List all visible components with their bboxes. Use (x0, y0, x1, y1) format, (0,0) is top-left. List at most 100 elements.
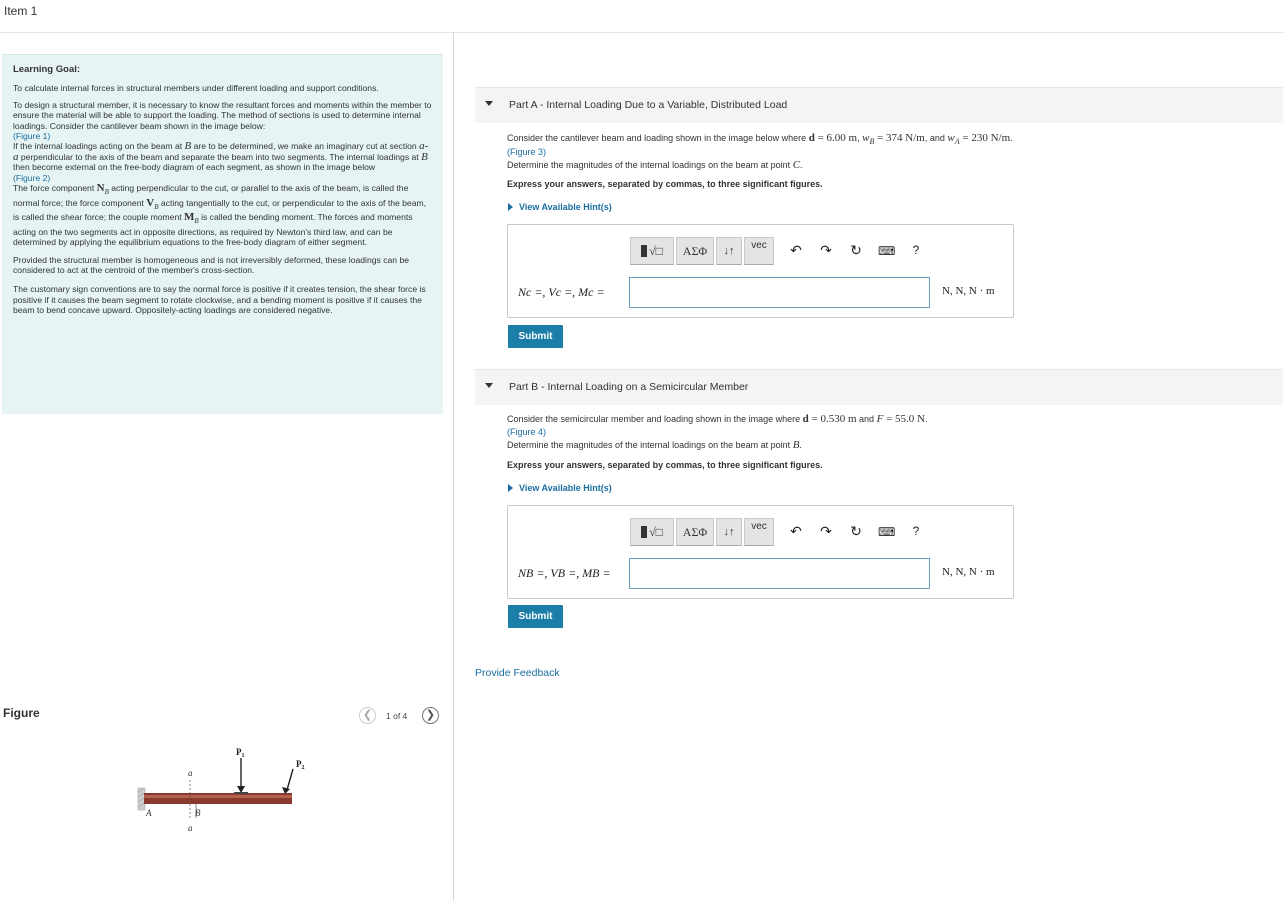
learning-goal-panel: Learning Goal: To calculate internal for… (2, 54, 443, 414)
val-f: = 55.0 N (883, 413, 925, 425)
label-a-top: a (188, 768, 193, 778)
learning-goal-para3: The force component NB acting perpendicu… (13, 183, 433, 248)
redo-icon[interactable]: ↷ (818, 523, 834, 540)
var-wa: wA (947, 132, 959, 146)
part-b-q1-text: Consider the semicircular member and loa… (507, 414, 803, 424)
figure-panel-header: Figure ❮ 1 of 4 ❯ (0, 703, 453, 729)
part-a-question: Consider the cantilever beam and loading… (507, 132, 1013, 146)
p1-arrow-head (237, 786, 245, 793)
val-d: = 6.00 m (814, 132, 858, 144)
part-b-header[interactable]: Part B - Internal Loading on a Semicircu… (475, 369, 1283, 405)
part-a-units: N, N, N · m (942, 285, 995, 297)
part-b-answer-input[interactable] (629, 558, 930, 589)
symbol-nb: NB (96, 182, 109, 197)
part-a-title: Part A - Internal Loading Due to a Varia… (509, 99, 787, 111)
learning-goal-para1: To design a structural member, it is nec… (13, 100, 433, 142)
label-p1: P1 (236, 747, 245, 759)
collapse-caret-icon[interactable] (485, 101, 493, 106)
reset-icon[interactable]: ↻ (848, 523, 864, 540)
part-a-title-rest: - Internal Loading Due to a Variable, Di… (537, 99, 788, 111)
part-a-header[interactable]: Part A - Internal Loading Due to a Varia… (475, 87, 1283, 123)
part-b-determine: Determine the magnitudes of the internal… (507, 439, 802, 451)
part-b-instruction: Express your answers, separated by comma… (507, 460, 823, 470)
greek-button[interactable]: ΑΣΦ (676, 237, 714, 265)
part-a-answer-input[interactable] (629, 277, 930, 308)
p2-arrow-shaft (286, 768, 294, 791)
keyboard-icon[interactable]: ⌨ (878, 244, 895, 258)
template-square-icon (641, 245, 648, 257)
arrows-button[interactable]: ↓↑ (716, 237, 742, 265)
figure-3-link[interactable]: (Figure 3) (507, 147, 546, 157)
part-b-title: Part B - Internal Loading on a Semicircu… (509, 381, 748, 393)
expand-triangle-icon (508, 203, 513, 211)
help-button[interactable]: ? (908, 243, 924, 257)
part-b-submit-button[interactable]: Submit (508, 605, 563, 628)
part-b-title-rest: - Internal Loading on a Semicircular Mem… (538, 381, 749, 393)
period: . (924, 414, 928, 424)
hint-label: View Available Hint(s) (519, 202, 612, 212)
var-wa-main: w (947, 132, 955, 144)
point-c: C (792, 159, 801, 171)
part-a-submit-button[interactable]: Submit (508, 325, 563, 348)
undo-icon[interactable]: ↶ (788, 523, 804, 540)
beam (144, 793, 292, 804)
part-a-equation-label: Nc =, Vc =, Mc = (518, 285, 605, 299)
val-wb: = 374 N/m (874, 132, 925, 144)
period: . (1010, 133, 1013, 143)
label-b: B (195, 808, 201, 818)
redo-icon[interactable]: ↷ (818, 242, 834, 259)
part-b-question: Consider the semicircular member and loa… (507, 413, 927, 425)
part-a-instruction: Express your answers, separated by comma… (507, 179, 823, 189)
period: . (800, 160, 803, 170)
chevron-right-icon[interactable]: ❯ (422, 707, 439, 724)
para2-text-c: perpendicular to the axis of the beam an… (18, 151, 422, 162)
figure-1-link[interactable]: (Figure 1) (13, 131, 433, 141)
p1-plate (234, 792, 248, 794)
symbol-nb-main: N (96, 182, 105, 195)
part-b-equation-label: NB =, VB =, MB = (518, 566, 611, 580)
symbol-vb: VB (146, 197, 158, 211)
reset-icon[interactable]: ↻ (848, 242, 864, 259)
part-a-title-bold: Part A (509, 99, 538, 111)
figure-2-link[interactable]: (Figure 2) (13, 173, 433, 183)
val-wa: = 230 N/m (959, 132, 1011, 144)
label-p2: P2 (296, 759, 305, 771)
undo-icon[interactable]: ↶ (788, 242, 804, 259)
vec-button[interactable]: vec (744, 518, 774, 546)
label-a-bottom: a (188, 823, 193, 833)
part-a-answer-box: √□ ΑΣΦ ↓↑ vec ↶ ↷ ↻ ⌨ ? Nc =, Vc =, Mc =… (507, 224, 1014, 318)
hint-label: View Available Hint(s) (519, 483, 612, 493)
part-b-hint-link[interactable]: View Available Hint(s) (508, 483, 612, 493)
help-button[interactable]: ? (908, 524, 924, 538)
chevron-left-icon[interactable]: ❮ (359, 707, 376, 724)
templates-label: √□ (649, 525, 663, 539)
var-wb: wB (862, 132, 874, 146)
expand-triangle-icon (508, 484, 513, 492)
symbol-b: B (421, 150, 428, 163)
part-a-q1-text: Consider the cantilever beam and loading… (507, 133, 809, 143)
collapse-caret-icon[interactable] (485, 383, 493, 388)
learning-goal-para2: If the internal loadings acting on the b… (13, 141, 433, 183)
part-b-q2-text: Determine the magnitudes of the internal… (507, 440, 793, 450)
beam-highlight (144, 795, 292, 798)
item-title: Item 1 (4, 4, 38, 18)
val-d: = 0.530 m (808, 413, 857, 425)
templates-button[interactable]: √□ (630, 518, 674, 546)
panel-divider (453, 33, 454, 901)
figure-4-link[interactable]: (Figure 4) (507, 427, 546, 437)
period: . (799, 440, 802, 450)
symbol-mb: MB (184, 211, 199, 226)
part-a-determine: Determine the magnitudes of the internal… (507, 159, 803, 171)
templates-button[interactable]: √□ (630, 237, 674, 265)
para2-text-d: then become external on the free-body di… (13, 162, 376, 173)
symbol-mb-main: M (184, 211, 195, 224)
item-header: Item 1 (0, 0, 1283, 33)
template-square-icon (641, 526, 648, 538)
keyboard-icon[interactable]: ⌨ (878, 525, 895, 539)
part-a-hint-link[interactable]: View Available Hint(s) (508, 202, 612, 212)
para3-text-a: The force component (13, 183, 97, 194)
greek-button[interactable]: ΑΣΦ (676, 518, 714, 546)
provide-feedback-link[interactable]: Provide Feedback (475, 667, 560, 679)
vec-button[interactable]: vec (744, 237, 774, 265)
arrows-button[interactable]: ↓↑ (716, 518, 742, 546)
